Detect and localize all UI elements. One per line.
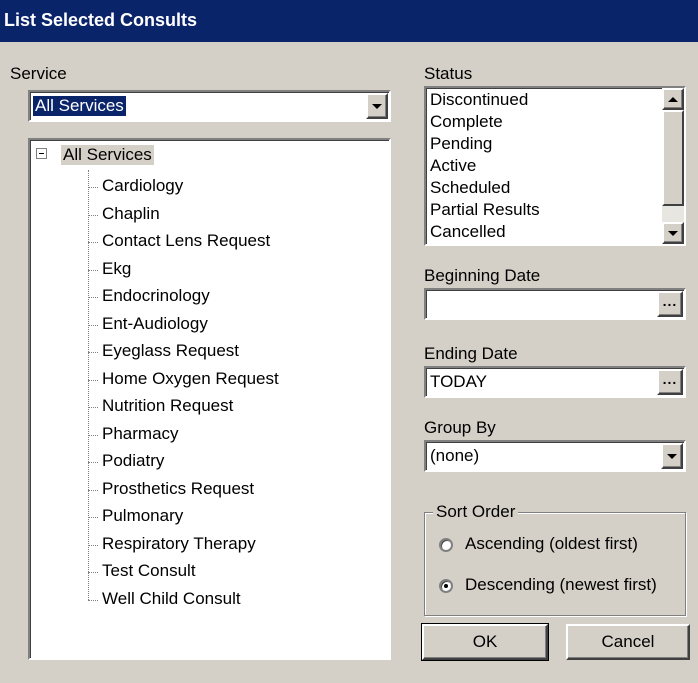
- tree-connector: [88, 599, 98, 601]
- scroll-up-button[interactable]: [662, 88, 684, 110]
- service-tree[interactable]: All Services Cardiology Chaplin Contact Le…: [28, 138, 391, 660]
- chevron-down-icon: [668, 230, 678, 236]
- tree-connector: [88, 462, 98, 463]
- status-listbox[interactable]: Discontinued Complete Pending Active Schedul…: [424, 86, 686, 246]
- tree-item-label: Pharmacy: [102, 423, 179, 443]
- ascending-label[interactable]: Ascending (oldest first): [465, 534, 638, 554]
- status-option[interactable]: Scheduled: [430, 178, 510, 198]
- descending-radio[interactable]: [439, 579, 453, 593]
- group-by-selected-value: (none): [430, 446, 480, 465]
- group-by-label: Group By: [424, 418, 496, 437]
- ending-date-label: Ending Date: [424, 344, 518, 363]
- cancel-button-label: Cancel: [601, 632, 655, 651]
- descending-label[interactable]: Descending (newest first): [465, 575, 657, 595]
- status-label: Status: [424, 64, 473, 83]
- cancel-button[interactable]: Cancel: [566, 624, 690, 660]
- group-by-dropdown-button[interactable]: [661, 443, 683, 469]
- chevron-down-icon: [372, 103, 382, 109]
- tree-connector: [88, 489, 98, 491]
- tree-item-label: Cardiology: [102, 176, 184, 195]
- ok-button[interactable]: OK: [421, 623, 549, 661]
- tree-connector: [88, 170, 89, 600]
- chevron-down-icon: [667, 453, 677, 459]
- ending-date-picker-button[interactable]: ...: [657, 369, 683, 395]
- tree-item-label: Contact Lens Request: [102, 231, 271, 250]
- tree-connector: [88, 407, 98, 408]
- tree-item-label: Nutrition Request: [102, 396, 234, 415]
- service-combobox[interactable]: All Services: [28, 90, 391, 122]
- ok-button-label: OK: [472, 632, 498, 651]
- beginning-date-picker-button[interactable]: ...: [657, 291, 683, 317]
- tree-connector: [88, 352, 98, 353]
- tree-connector: [88, 214, 98, 216]
- sort-order-group: Sort Order Ascending (oldest first) Desc…: [424, 502, 686, 616]
- ending-date-field[interactable]: TODAY ...: [424, 366, 686, 398]
- tree-item-label: Chaplin: [102, 203, 160, 223]
- beginning-date-label: Beginning Date: [424, 266, 541, 285]
- chevron-up-icon: [668, 96, 678, 102]
- status-option[interactable]: Pending: [430, 134, 492, 154]
- tree-connector: [88, 242, 98, 243]
- ending-date-value: TODAY: [430, 372, 487, 391]
- service-label: Service: [10, 64, 67, 83]
- service-selected-value: All Services: [32, 95, 127, 117]
- status-option[interactable]: Partial Results: [430, 200, 540, 220]
- tree-root-all-services[interactable]: All Services: [61, 145, 154, 165]
- tree-connector: [88, 324, 98, 326]
- service-dropdown-button[interactable]: [366, 93, 388, 119]
- window-title: List Selected Consults: [0, 0, 698, 42]
- ascending-radio[interactable]: [439, 538, 453, 552]
- tree-connector: [88, 572, 98, 573]
- tree-item-label: Eyeglass Request: [102, 341, 240, 360]
- status-option[interactable]: Cancelled: [430, 222, 506, 242]
- status-option[interactable]: Active: [430, 156, 476, 176]
- status-option[interactable]: Discontinued: [430, 90, 528, 110]
- tree-item-label: Home Oxygen Request: [102, 368, 279, 388]
- tree-item-label: Endocrinology: [102, 286, 210, 305]
- status-option[interactable]: Complete: [430, 112, 503, 132]
- tree-connector: [88, 517, 98, 518]
- tree-item-label: Well Child Consult: [102, 588, 241, 608]
- sort-order-label: Sort Order: [433, 502, 519, 522]
- tree-item-label: Podiatry: [102, 451, 165, 470]
- tree-item-label: Respiratory Therapy: [102, 533, 256, 553]
- beginning-date-field[interactable]: ...: [424, 288, 686, 320]
- tree-item-label: Prosthetics Request: [102, 478, 255, 498]
- tree-connector: [88, 434, 98, 436]
- scroll-thumb[interactable]: [662, 110, 684, 206]
- tree-connector: [88, 269, 98, 271]
- tree-connector: [88, 297, 98, 298]
- tree-connector: [88, 187, 98, 188]
- tree-item-label: Pulmonary: [102, 506, 184, 525]
- tree-connector: [88, 544, 98, 546]
- group-by-combobox[interactable]: (none): [424, 440, 686, 472]
- tree-item-label: Test Consult: [102, 561, 196, 580]
- tree-item-label: Ekg: [102, 258, 132, 278]
- ellipsis-icon: ...: [662, 293, 678, 309]
- tree-connector: [88, 379, 98, 381]
- ellipsis-icon: ...: [662, 371, 678, 387]
- collapse-icon[interactable]: [36, 148, 47, 159]
- tree-item-label: Ent-Audiology: [102, 313, 208, 333]
- scroll-down-button[interactable]: [662, 222, 684, 244]
